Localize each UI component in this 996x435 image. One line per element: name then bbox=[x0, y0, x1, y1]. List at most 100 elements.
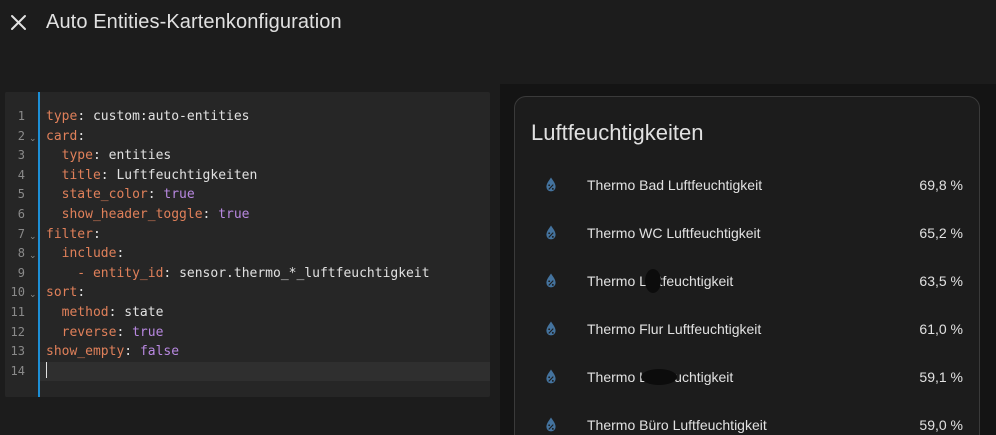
fold-chevron-icon[interactable]: ⌄ bbox=[29, 244, 37, 264]
list-dash: - bbox=[46, 265, 93, 281]
yaml-separator: : bbox=[147, 187, 164, 203]
dialog-title: Auto Entities-Kartenkonfiguration bbox=[46, 11, 342, 33]
entity-name: Thermo Büro Luftfeuchtigkeit bbox=[587, 417, 767, 433]
fold-chevron-icon[interactable]: ⌄ bbox=[29, 283, 37, 303]
yaml-separator: : bbox=[92, 226, 101, 242]
code-text bbox=[46, 361, 47, 382]
code-line[interactable]: method: state bbox=[40, 303, 490, 323]
redaction-mark bbox=[641, 369, 677, 385]
line-number: 12 bbox=[10, 324, 25, 339]
entity-name: Thermo WC Luftfeuchtigkeit bbox=[587, 225, 761, 241]
code-line[interactable]: title: Luftfeuchtigkeiten bbox=[40, 166, 490, 186]
yaml-key: method bbox=[61, 305, 109, 320]
entity-row[interactable]: Thermo Flur Luftfeuchtigkeit 61,0 % bbox=[515, 305, 979, 353]
yaml-separator: : bbox=[92, 148, 109, 164]
code-text: type: entities bbox=[46, 146, 172, 166]
entity-row[interactable]: Thermo Luftfeuchtigkeit 59,1 % bbox=[515, 353, 979, 401]
code-text: show_empty: false bbox=[46, 342, 179, 362]
code-line[interactable]: filter: bbox=[40, 225, 490, 245]
close-icon bbox=[11, 15, 26, 30]
entity-state: 59,0 % bbox=[919, 417, 963, 433]
yaml-value: true bbox=[163, 187, 195, 203]
yaml-key: entity_id bbox=[92, 265, 164, 281]
line-number: 6 bbox=[17, 207, 25, 221]
entity-state: 61,0 % bbox=[919, 321, 963, 337]
yaml-separator: : bbox=[108, 305, 125, 320]
code-text: show_header_toggle: true bbox=[46, 205, 250, 225]
code-text: - entity_id: sensor.thermo_*_luftfeuchti… bbox=[46, 264, 429, 284]
yaml-key: sort bbox=[46, 285, 78, 301]
code-line[interactable]: sort: bbox=[40, 283, 490, 303]
water-percent-icon bbox=[546, 369, 556, 384]
entity-row[interactable]: Thermo WC Luftfeuchtigkeit 65,2 % bbox=[515, 209, 979, 257]
code-line[interactable] bbox=[40, 361, 490, 382]
yaml-separator: : bbox=[124, 344, 140, 360]
entity-row[interactable]: Thermo Bad Luftfeuchtigkeit 69,8 % bbox=[515, 161, 979, 209]
code-line[interactable]: - entity_id: sensor.thermo_*_luftfeuchti… bbox=[40, 264, 490, 284]
yaml-separator: : bbox=[77, 109, 93, 124]
water-percent-icon bbox=[546, 177, 556, 192]
line-number: 2 bbox=[17, 128, 25, 143]
water-percent-icon bbox=[546, 417, 556, 432]
entity-state: 59,1 % bbox=[919, 369, 963, 385]
yaml-code-editor[interactable]: type: custom:auto-entities card: type: en… bbox=[5, 92, 490, 397]
card-title: Luftfeuchtigkeiten bbox=[531, 120, 704, 145]
code-text: reverse: true bbox=[46, 323, 164, 343]
line-number: 3 bbox=[17, 148, 25, 163]
yaml-separator: : bbox=[116, 246, 125, 262]
fold-chevron-icon[interactable]: ⌄ bbox=[29, 127, 37, 147]
yaml-value: Luftfeuchtigkeiten bbox=[116, 167, 258, 183]
line-number: 13 bbox=[10, 344, 25, 359]
line-number: 10 bbox=[10, 285, 25, 300]
water-percent-icon bbox=[546, 273, 556, 288]
line-number: 8 bbox=[17, 246, 25, 261]
yaml-separator: : bbox=[116, 324, 133, 340]
entity-state: 69,8 % bbox=[919, 177, 963, 193]
code-area[interactable]: type: custom:auto-entities card: type: en… bbox=[40, 92, 490, 397]
code-line[interactable]: reverse: true bbox=[40, 323, 490, 343]
entities-card: Luftfeuchtigkeiten Thermo Bad Luftfeucht… bbox=[514, 96, 980, 435]
yaml-key: include bbox=[61, 246, 117, 262]
entity-row[interactable]: Thermo Büro Luftfeuchtigkeit 59,0 % bbox=[515, 401, 979, 435]
entity-name: Thermo Flur Luftfeuchtigkeit bbox=[587, 321, 762, 337]
yaml-key: card bbox=[46, 128, 78, 144]
line-number: 9 bbox=[17, 265, 25, 280]
code-text: filter: bbox=[46, 225, 101, 245]
entity-name: Thermo Bad Luftfeuchtigkeit bbox=[587, 177, 763, 193]
code-text: sort: bbox=[46, 283, 85, 303]
code-line[interactable]: include: bbox=[40, 244, 490, 264]
yaml-separator: : bbox=[77, 128, 86, 144]
yaml-key: type bbox=[46, 109, 78, 124]
line-number: 14 bbox=[10, 363, 25, 378]
code-line[interactable]: show_header_toggle: true bbox=[40, 205, 490, 225]
yaml-key: type bbox=[61, 148, 93, 164]
code-text: title: Luftfeuchtigkeiten bbox=[46, 166, 258, 186]
code-line[interactable]: card: bbox=[40, 127, 490, 147]
line-number: 11 bbox=[10, 305, 25, 319]
code-line[interactable]: show_empty: false bbox=[40, 342, 490, 362]
yaml-separator: : bbox=[163, 265, 180, 281]
yaml-separator: : bbox=[100, 167, 117, 183]
code-line[interactable]: state_color: true bbox=[40, 185, 490, 205]
code-text: type: custom:auto-entities bbox=[46, 107, 250, 127]
yaml-value: entities bbox=[108, 148, 172, 164]
line-number: 4 bbox=[17, 167, 25, 182]
code-text: method: state bbox=[46, 303, 164, 323]
yaml-separator: : bbox=[77, 285, 86, 301]
line-number: 5 bbox=[17, 187, 25, 202]
entity-row[interactable]: Thermo Luftfeuchtigkeit 63,5 % bbox=[515, 257, 979, 305]
code-text: card: bbox=[46, 127, 85, 147]
yaml-value: true bbox=[132, 324, 164, 340]
yaml-value: state bbox=[124, 305, 164, 320]
dialog-header: Auto Entities-Kartenkonfiguration bbox=[0, 0, 996, 48]
yaml-key: title bbox=[61, 167, 101, 183]
entity-state: 63,5 % bbox=[919, 273, 963, 289]
code-line[interactable]: type: custom:auto-entities bbox=[40, 107, 490, 127]
line-number: 7 bbox=[17, 226, 25, 241]
close-button[interactable] bbox=[6, 10, 32, 36]
fold-chevron-icon[interactable]: ⌄ bbox=[29, 225, 37, 245]
code-line[interactable]: type: entities bbox=[40, 146, 490, 166]
water-percent-icon bbox=[546, 225, 556, 240]
yaml-key: show_empty bbox=[46, 344, 125, 360]
redaction-mark bbox=[645, 269, 661, 293]
